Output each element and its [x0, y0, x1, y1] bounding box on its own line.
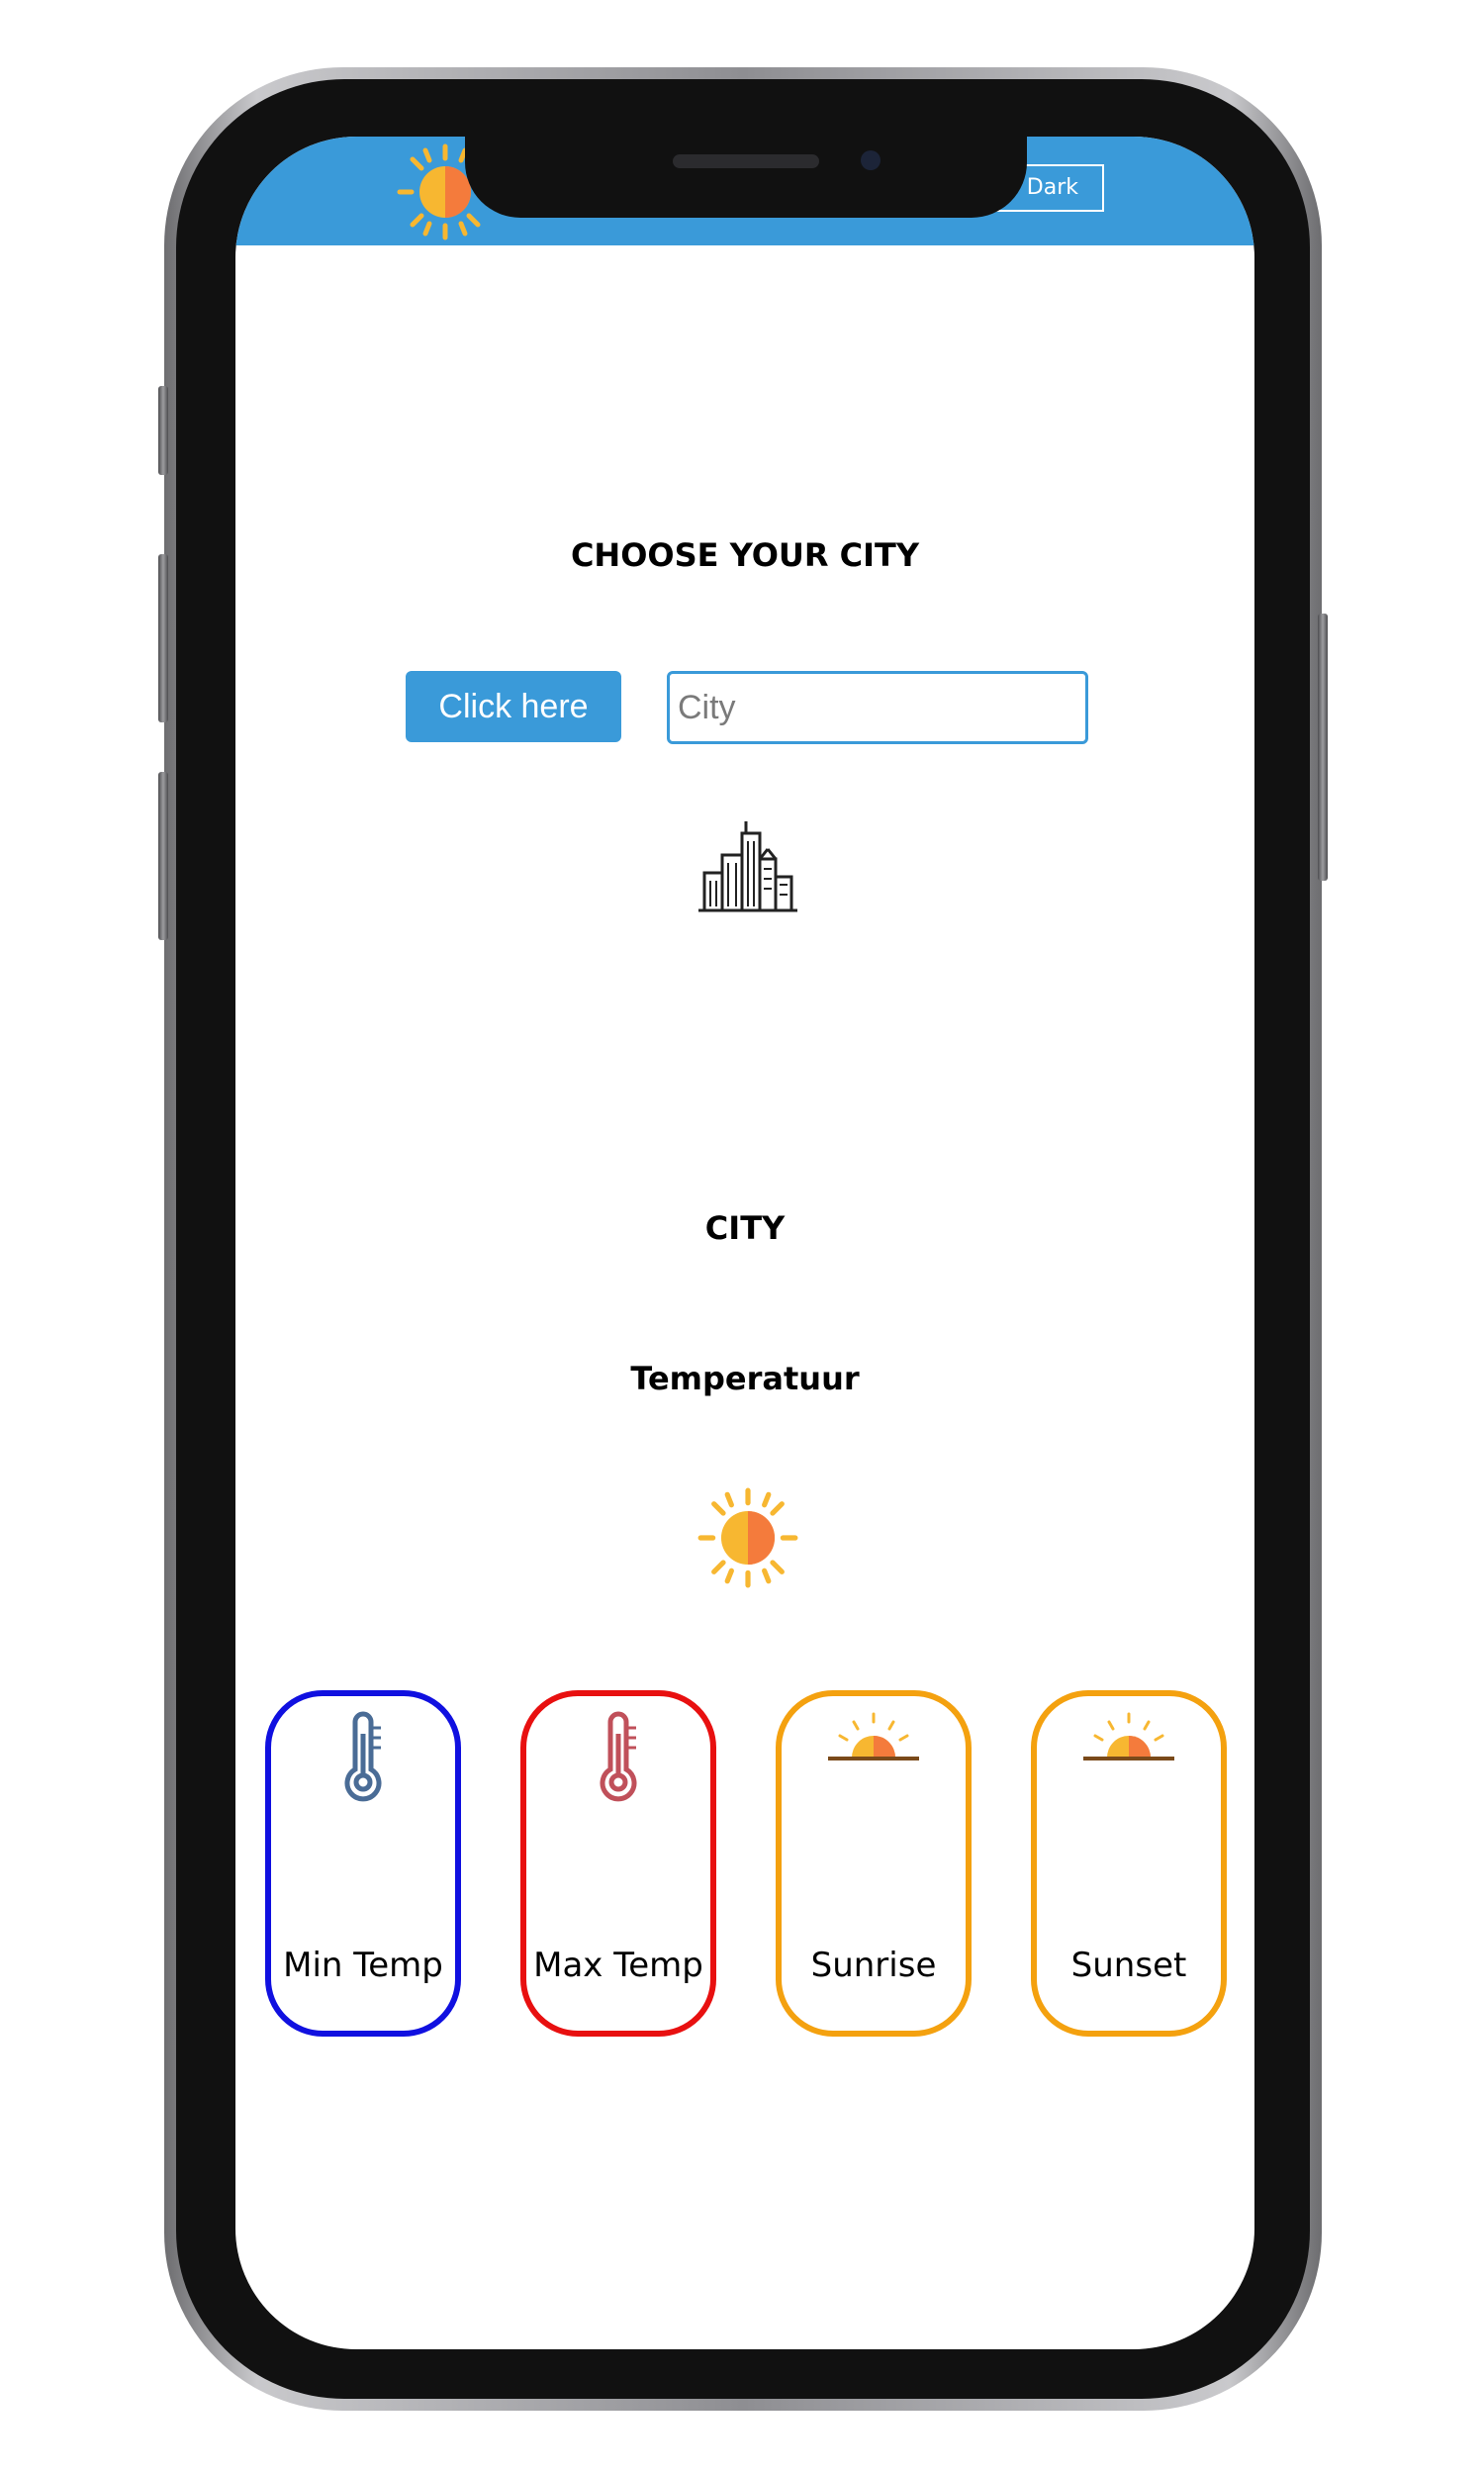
search-button[interactable]: Click here: [406, 671, 621, 742]
sunrise-card[interactable]: Sunrise: [776, 1690, 972, 2037]
city-input[interactable]: [667, 671, 1088, 744]
card-label: Min Temp: [283, 1946, 443, 1985]
thermometer-icon: [344, 1711, 382, 1802]
phone-screen: Dark CHOOSE YOUR CITY Click here City CI…: [235, 137, 1254, 2349]
phone-power-button: [1318, 614, 1328, 881]
phone-speaker: [673, 154, 819, 168]
phone-camera: [861, 150, 881, 170]
sun-icon: [697, 1487, 798, 1588]
min-temp-card[interactable]: Min Temp: [265, 1690, 461, 2037]
sunset-icon: [1083, 1712, 1174, 1760]
sunset-card[interactable]: Sunset: [1031, 1690, 1227, 2037]
max-temp-card[interactable]: Max Temp: [520, 1690, 716, 2037]
choose-city-heading: CHOOSE YOUR CITY: [570, 536, 920, 574]
phone-notch: [465, 137, 1027, 218]
thermometer-icon: [600, 1711, 637, 1802]
phone-silent-switch: [158, 386, 168, 475]
card-label: Max Temp: [533, 1946, 703, 1985]
phone-volume-down-button: [158, 772, 168, 940]
card-label: Sunrise: [810, 1946, 937, 1985]
sunrise-icon: [828, 1712, 919, 1760]
temperature-heading: Temperatuur: [630, 1360, 860, 1397]
city-name-heading: CITY: [704, 1209, 786, 1247]
city-buildings-icon: [698, 821, 797, 912]
phone-volume-up-button: [158, 554, 168, 722]
card-label: Sunset: [1070, 1946, 1187, 1985]
